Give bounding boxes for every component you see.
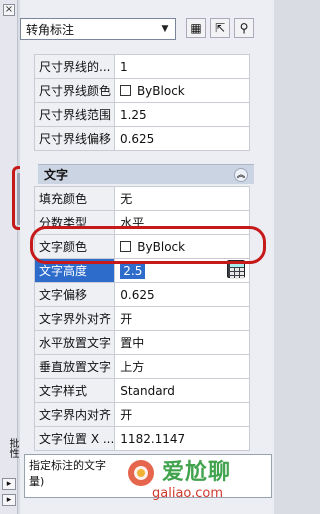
text-height-input[interactable]: 2.5 (120, 262, 146, 279)
property-value[interactable]: ByBlock (114, 234, 250, 259)
property-value-text: ByBlock (137, 239, 186, 254)
property-name: 分数类型 (33, 210, 116, 235)
property-value[interactable]: 开 (114, 306, 250, 331)
property-value[interactable]: 置中 (114, 330, 250, 355)
property-row[interactable]: 尺寸界线颜色 ByBlock (34, 78, 251, 103)
property-row[interactable]: 尺寸界线的... 1 (34, 54, 251, 79)
property-name: 文字界外对齐 (33, 306, 116, 331)
property-value-text: 0.625 (120, 287, 155, 302)
pickadd-icon: ▦ (190, 21, 202, 35)
extension-properties-table: 尺寸界线的... 1 尺寸界线颜色 ByBlock 尺寸界线范围 1.25 尺寸界线偏移 0.… (34, 54, 251, 151)
color-swatch-icon (120, 240, 132, 252)
property-name: 填充颜色 (33, 186, 116, 211)
property-name: 文字样式 (33, 378, 116, 403)
property-name: 尺寸界线颜色 (34, 78, 115, 103)
property-name: 尺寸界线的... (34, 54, 115, 79)
auto-hide-button[interactable]: ▸ (2, 478, 16, 490)
property-value[interactable]: 0.625 (114, 282, 250, 307)
property-value[interactable]: 无 (114, 186, 250, 211)
property-row[interactable]: 文字位置 X ... 1182.1147 (33, 426, 250, 451)
calculator-icon[interactable] (227, 260, 245, 279)
property-row[interactable]: 尺寸界线范围 1.25 (34, 102, 251, 127)
chevron-down-icon[interactable]: ▼ (158, 22, 172, 36)
property-value-text: 1.25 (119, 107, 147, 122)
description-line-1: 指定标注的文字 (29, 459, 106, 472)
property-value-text: 水平 (120, 216, 145, 230)
property-value-text: 1 (119, 59, 128, 74)
color-swatch-icon (119, 84, 131, 96)
property-row[interactable]: 文字样式 Standard (33, 378, 250, 403)
property-value-text: 开 (120, 312, 133, 326)
property-value-text: 0.625 (119, 131, 155, 146)
property-name: 水平放置文字 (33, 330, 116, 355)
property-value[interactable]: 0.625 (113, 126, 251, 151)
property-value[interactable]: 1.25 (113, 102, 251, 127)
palette-menu-button[interactable]: ▸ (2, 494, 16, 506)
close-icon[interactable]: × (3, 4, 15, 16)
property-row[interactable]: 文字界外对齐开 (33, 306, 250, 331)
property-name: 文字高度 (33, 258, 116, 283)
property-value-text: 置中 (120, 336, 145, 350)
property-description: 指定标注的文字 量) (24, 454, 272, 498)
select-objects-icon: ⇱ (214, 21, 226, 35)
collapse-icon[interactable]: ︽ (234, 168, 248, 182)
property-value[interactable]: 上方 (114, 354, 250, 379)
section-title: 文字 (44, 168, 69, 182)
description-line-2: 量) (29, 475, 45, 488)
text-properties-table: 填充颜色无分数类型 水平 文字颜色 ByBlock 文字高度 2.5 文字偏移 0.625 文字… (33, 186, 250, 451)
property-value-text: 1182.1147 (120, 431, 186, 446)
toolbar: 转角标注 ▼ ▦ ⇱ ⚲ (20, 18, 270, 42)
property-row[interactable]: 文字偏移 0.625 (33, 282, 250, 307)
property-value[interactable]: 1182.1147 (114, 426, 250, 451)
property-value[interactable]: 2.5 (114, 258, 250, 283)
object-type-value: 转角标注 (26, 22, 75, 37)
property-name: 文字界内对齐 (33, 402, 116, 427)
property-value[interactable]: 1 (113, 54, 251, 79)
property-value-text: ByBlock (136, 83, 185, 98)
property-value-text: 无 (120, 192, 133, 206)
property-name: 尺寸界线偏移 (34, 126, 115, 151)
property-row[interactable]: 文字界内对齐开 (33, 402, 250, 427)
section-header-text[interactable]: 文字 ︽ (38, 164, 254, 184)
property-row[interactable]: 垂直放置文字 上方 (33, 354, 250, 379)
palette-title-vertical: 批性 (7, 438, 18, 458)
property-name: 尺寸界线范围 (34, 102, 115, 127)
property-value[interactable]: 开 (114, 402, 250, 427)
property-value-text: 上方 (120, 360, 145, 374)
property-row[interactable]: 尺寸界线偏移 0.625 (34, 126, 251, 151)
quick-select-icon: ⚲ (239, 21, 249, 35)
property-name: 垂直放置文字 (33, 354, 116, 379)
property-value[interactable]: Standard (114, 378, 250, 403)
object-type-select[interactable]: 转角标注 ▼ (20, 18, 176, 40)
property-name: 文字偏移 (33, 282, 116, 307)
quick-select-button[interactable]: ⚲ (234, 18, 254, 38)
property-value[interactable]: ByBlock (113, 78, 251, 103)
property-name: 文字位置 X ... (33, 426, 116, 451)
property-row[interactable]: 水平放置文字 置中 (33, 330, 250, 355)
property-value-text: 开 (120, 408, 133, 422)
property-name: 文字颜色 (33, 234, 116, 259)
property-value-text: Standard (120, 383, 175, 398)
select-objects-button[interactable]: ⇱ (210, 18, 230, 38)
property-row[interactable]: 分数类型 水平 (33, 210, 250, 235)
property-row[interactable]: 文字颜色 ByBlock (33, 234, 250, 259)
toggle-pickadd-button[interactable]: ▦ (186, 18, 206, 38)
palette-left-strip: × 批性 ▸ ▸ (0, 0, 18, 514)
properties-window: × 批性 ▸ ▸ 转角标注 ▼ ▦ ⇱ ⚲ 尺寸界线的... 1 尺寸界线颜色 ByB… (0, 0, 274, 514)
property-row[interactable]: 文字高度 2.5 (33, 258, 250, 283)
property-value[interactable]: 水平 (114, 210, 250, 235)
property-row[interactable]: 填充颜色无 (33, 186, 250, 211)
